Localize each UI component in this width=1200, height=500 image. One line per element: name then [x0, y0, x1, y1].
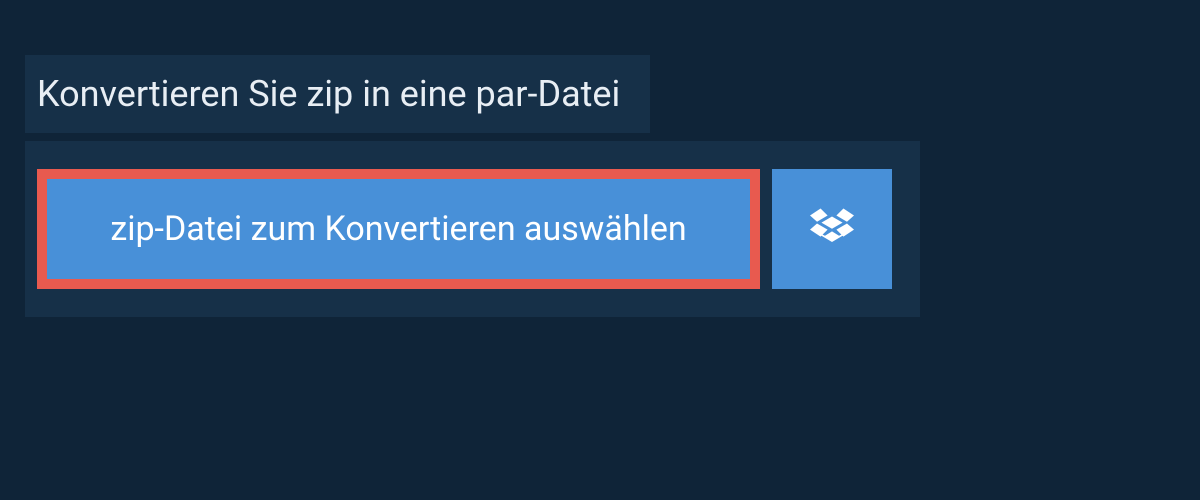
title-bar: Konvertieren Sie zip in eine par-Datei: [25, 55, 650, 133]
page-title: Konvertieren Sie zip in eine par-Datei: [37, 73, 620, 115]
select-file-label: zip-Datei zum Konvertieren auswählen: [110, 209, 686, 249]
select-file-button[interactable]: zip-Datei zum Konvertieren auswählen: [37, 169, 760, 289]
dropbox-button[interactable]: [772, 169, 892, 289]
main-container: Konvertieren Sie zip in eine par-Datei z…: [0, 0, 1200, 317]
dropbox-icon: [810, 205, 854, 253]
upload-panel: zip-Datei zum Konvertieren auswählen: [25, 141, 920, 317]
